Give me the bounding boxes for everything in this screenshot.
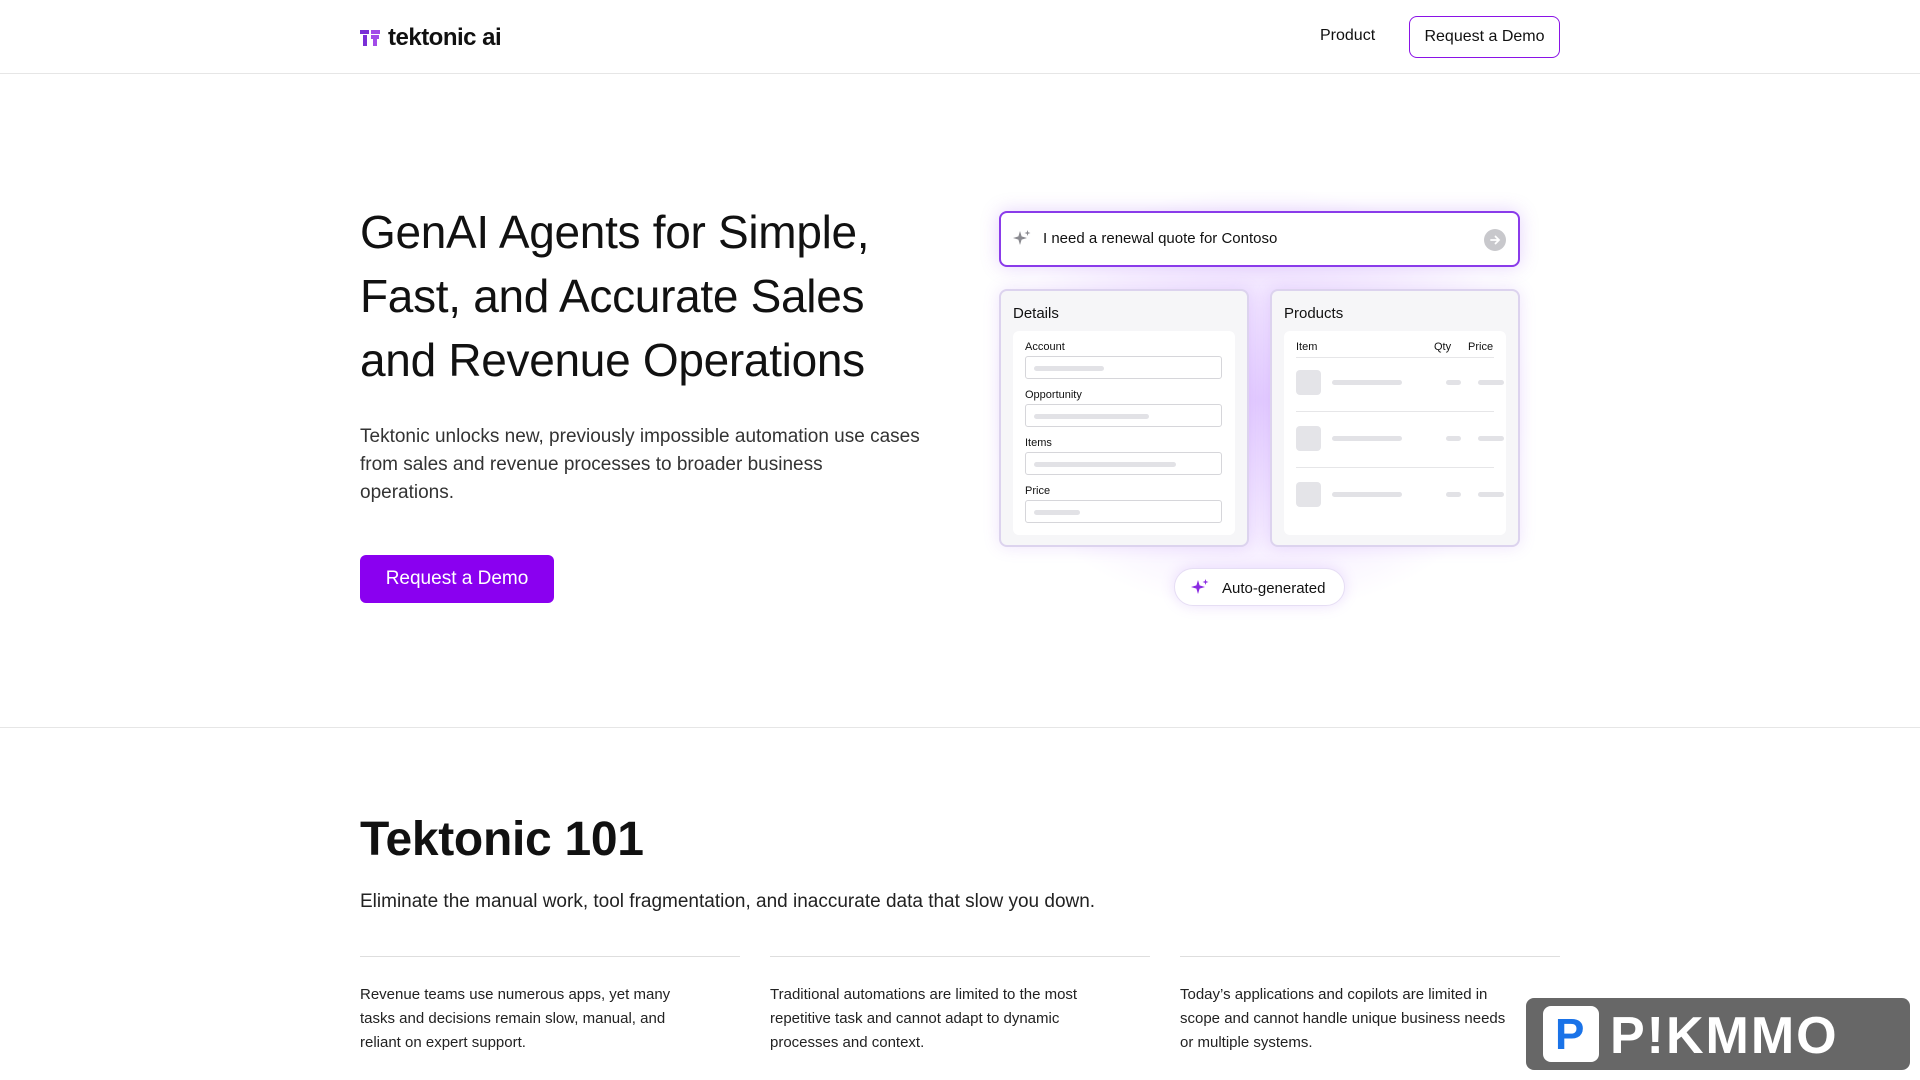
nav-product-link[interactable]: Product — [1320, 27, 1375, 45]
table-divider — [1296, 411, 1494, 412]
feature-text-3: Today’s applications and copilots are li… — [1180, 986, 1506, 1051]
pikmmo-watermark: P P!KMMO — [1526, 998, 1910, 1070]
table-row — [1296, 473, 1504, 517]
section-divider — [0, 727, 1920, 728]
col-head-qty: Qty — [1434, 341, 1452, 353]
feature-column-3: Today’s applications and copilots are li… — [1180, 956, 1560, 1055]
product-thumbnail — [1296, 482, 1321, 507]
hero-subtitle: Tektonic unlocks new, previously impossi… — [360, 426, 920, 503]
feature-text-2: Traditional automations are limited to t… — [770, 986, 1078, 1051]
field-opportunity — [1025, 404, 1222, 427]
field-account — [1025, 356, 1222, 379]
section-101-title: Tektonic 101 — [360, 813, 644, 866]
field-label-account: Account — [1025, 341, 1065, 353]
prompt-bar: I need a renewal quote for Contoso — [999, 211, 1520, 267]
tektonic-logo-icon — [360, 30, 380, 46]
products-panel: Products Item Qty Price — [1270, 289, 1520, 547]
feature-column-1: Revenue teams use numerous apps, yet man… — [360, 956, 740, 1055]
logo-text: tektonic ai — [388, 24, 502, 51]
field-label-price: Price — [1025, 485, 1051, 497]
table-divider — [1296, 357, 1494, 358]
details-panel: Details Account Opportunity Items Price — [999, 289, 1249, 547]
prompt-text: I need a renewal quote for Contoso — [1043, 230, 1278, 247]
products-title: Products — [1284, 305, 1344, 322]
hero-title: GenAI Agents for Simple, Fast, and Accur… — [360, 206, 870, 386]
field-price — [1025, 500, 1222, 523]
auto-generated-badge: Auto-generated — [1174, 568, 1345, 606]
product-thumbnail — [1296, 426, 1321, 451]
feature-text-1: Revenue teams use numerous apps, yet man… — [360, 986, 671, 1051]
details-title: Details — [1013, 305, 1059, 322]
arrow-right-circle-icon — [1484, 229, 1506, 251]
watermark-text: P!KMMO — [1610, 1007, 1839, 1065]
col-head-price: Price — [1468, 341, 1494, 353]
table-divider — [1296, 467, 1494, 468]
table-row — [1296, 361, 1504, 405]
field-items — [1025, 452, 1222, 475]
products-table: Item Qty Price — [1284, 331, 1506, 535]
nav-request-demo-button[interactable]: Request a Demo — [1409, 16, 1560, 58]
section-101-subtitle: Eliminate the manual work, tool fragment… — [360, 891, 1096, 912]
field-label-items: Items — [1025, 437, 1052, 449]
table-row — [1296, 417, 1504, 461]
hero-request-demo-button[interactable]: Request a Demo — [360, 555, 554, 603]
feature-column-2: Traditional automations are limited to t… — [770, 956, 1150, 1055]
watermark-logo-icon: P — [1543, 1006, 1599, 1062]
watermark-letter: P — [1555, 1010, 1585, 1059]
product-thumbnail — [1296, 370, 1321, 395]
auto-generated-label: Auto-generated — [1222, 580, 1326, 597]
col-head-item: Item — [1296, 341, 1318, 353]
site-header: tektonic ai Product Request a Demo — [0, 0, 1920, 74]
sparkle-icon — [1191, 579, 1209, 594]
details-form: Account Opportunity Items Price — [1013, 331, 1235, 535]
logo[interactable]: tektonic ai — [360, 24, 502, 52]
sparkle-icon — [1013, 230, 1031, 245]
field-label-opportunity: Opportunity — [1025, 389, 1082, 401]
